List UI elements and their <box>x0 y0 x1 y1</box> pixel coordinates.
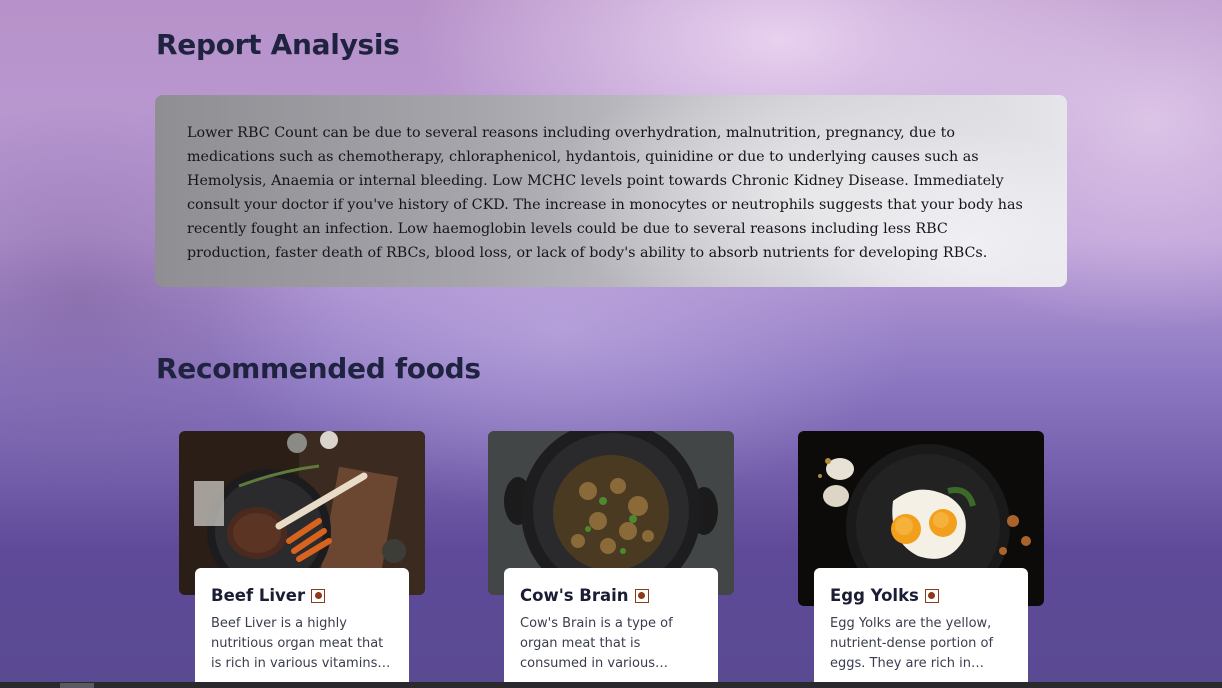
food-description: Cow's Brain is a type of organ meat that… <box>520 616 673 671</box>
food-name: Egg Yolks <box>830 586 919 605</box>
food-info-cows-brain: Cow's Brain Cow's Brain is a type of org… <box>504 568 718 688</box>
report-analysis-card: Lower RBC Count can be due to several re… <box>155 95 1067 287</box>
non-veg-icon <box>634 588 649 603</box>
food-description: Beef Liver is a highly nutritious organ … <box>211 616 384 671</box>
food-info-beef-liver: Beef Liver Beef Liver is a highly nutrit… <box>195 568 409 688</box>
food-info-egg-yolks: Egg Yolks Egg Yolks are the yellow, nutr… <box>814 568 1028 688</box>
recommended-foods-title: Recommended foods <box>156 352 481 385</box>
report-analysis-title: Report Analysis <box>156 28 400 61</box>
non-veg-icon <box>924 588 939 603</box>
food-name: Beef Liver <box>211 586 306 605</box>
non-veg-icon <box>311 588 326 603</box>
scrollbar-thumb[interactable] <box>60 683 94 688</box>
horizontal-scrollbar[interactable] <box>0 682 1222 688</box>
report-analysis-text: Lower RBC Count can be due to several re… <box>187 125 1023 261</box>
food-description: Egg Yolks are the yellow, nutrient-dense… <box>830 616 994 671</box>
food-name: Cow's Brain <box>520 586 629 605</box>
